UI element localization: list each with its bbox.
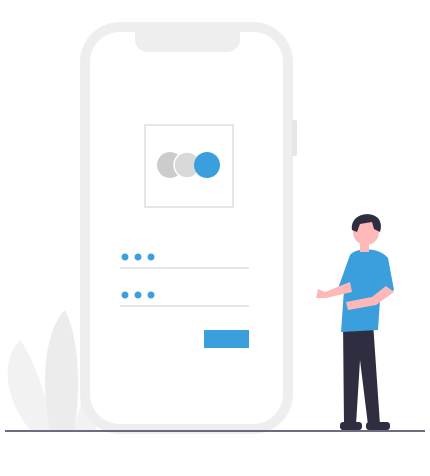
person: [316, 214, 394, 430]
username-dot: [121, 253, 129, 261]
person-shoe-right: [366, 422, 390, 430]
person-shoe-left: [340, 422, 362, 430]
password-dot: [147, 291, 155, 299]
submit-button[interactable]: [204, 330, 249, 348]
username-dot: [134, 253, 142, 261]
logo-circle-accent: [194, 152, 220, 178]
password-dot: [121, 291, 129, 299]
phone-screen: [90, 32, 283, 424]
login-illustration: [0, 0, 430, 476]
logo-card: [144, 124, 234, 208]
person-pants: [343, 322, 380, 425]
phone-side-button: [292, 120, 297, 156]
phone-notch: [135, 32, 240, 52]
username-dot: [147, 253, 155, 261]
password-dot: [134, 291, 142, 299]
illustration-svg: [5, 22, 425, 434]
phone: [80, 22, 297, 434]
